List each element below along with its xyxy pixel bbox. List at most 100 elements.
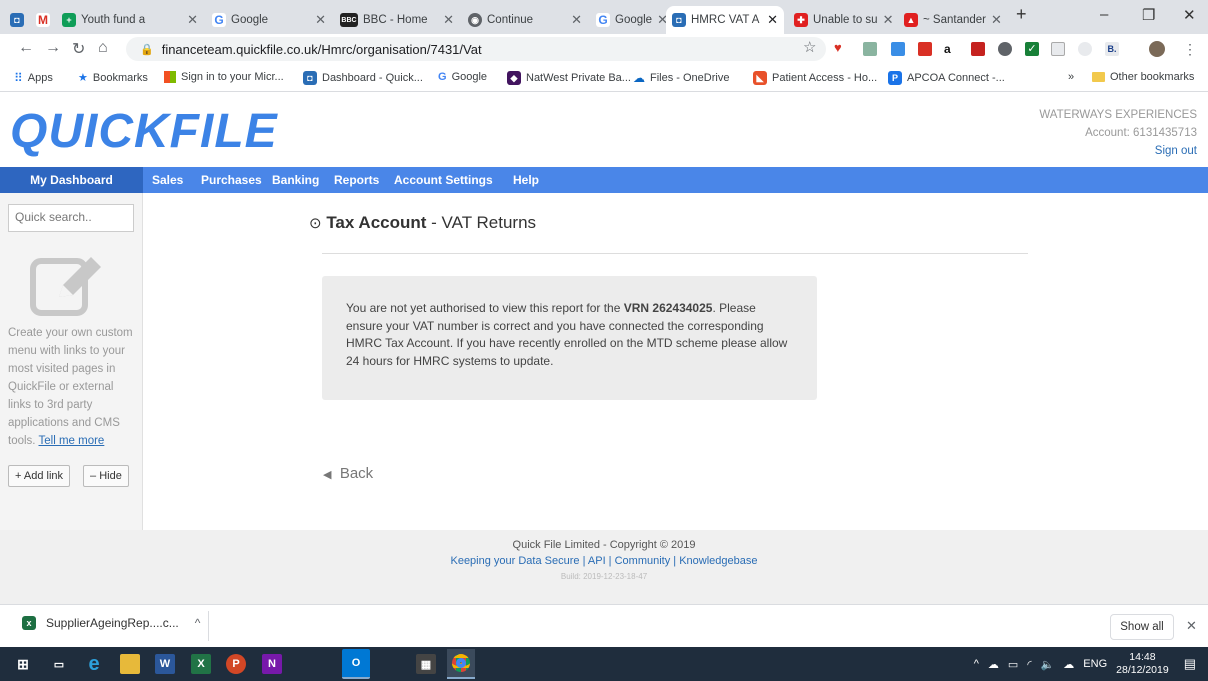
calculator-icon[interactable]: ▦ [416,654,436,674]
nav-my-dashboard[interactable]: My Dashboard [0,167,143,193]
footer-link-knowledgebase[interactable]: Knowledgebase [679,555,757,567]
bookmark-apcoa[interactable]: P APCOA Connect -... [888,71,1005,85]
extension-icon[interactable] [998,42,1012,56]
footer-link-api[interactable]: API [588,555,606,567]
close-icon[interactable]: ✕ [657,12,666,28]
excel-icon[interactable]: X [191,654,211,674]
close-icon[interactable]: ✕ [315,12,326,28]
close-icon[interactable]: ✕ [767,12,778,28]
heart-extension-icon[interactable]: ♥ [834,40,842,55]
edge-icon[interactable]: e [84,653,104,675]
bookmarks-overflow[interactable]: » [1068,71,1074,83]
bookmark-natwest[interactable]: ◆ NatWest Private Ba... [507,71,631,85]
bookmark-bookmarks[interactable]: ★ Bookmarks [78,71,148,85]
footer-link-secure[interactable]: Keeping your Data Secure [450,555,579,567]
powerpoint-icon[interactable]: P [226,654,246,674]
tab-google-2[interactable]: G Google ✕ [590,6,666,34]
nav-banking[interactable]: Banking [264,167,327,193]
chrome-icon[interactable] [447,649,475,679]
address-bar[interactable]: 🔒 financeteam.quickfile.co.uk/Hmrc/organ… [126,37,826,61]
sign-out-link[interactable]: Sign out [1155,145,1197,157]
extension-icon[interactable] [918,42,932,56]
nav-purchases[interactable]: Purchases [193,167,270,193]
tab-gmail-pinned[interactable]: M [30,6,54,34]
task-view-icon[interactable]: ▭ [49,654,69,674]
close-icon[interactable]: ✕ [187,12,198,28]
nav-help[interactable]: Help [505,167,547,193]
account-number: Account: 6131435713 [1085,127,1197,139]
bookmark-patient-access[interactable]: ◣ Patient Access - Ho... [753,71,877,85]
bookmark-microsoft[interactable]: Sign in to your Micr... [164,71,284,83]
nav-reports[interactable]: Reports [326,167,387,193]
onedrive-icon[interactable]: ☁ [988,658,999,671]
quickfile-logo[interactable]: QUICKFILE [10,104,278,159]
footer-link-community[interactable]: Community [615,555,671,567]
forward-arrow-icon[interactable]: → [45,39,61,57]
menu-kebab-icon[interactable]: ⋮ [1183,41,1197,58]
bookmark-dashboard[interactable]: ◘ Dashboard - Quick... [303,71,423,85]
language-indicator[interactable]: ENG [1083,658,1107,670]
profile-avatar-icon[interactable] [1149,41,1165,57]
chevron-icon: » [1068,71,1075,83]
tab-google-1[interactable]: G Google ✕ [206,6,332,34]
download-item[interactable]: x SupplierAgeingRep....c... ^ [22,616,200,630]
bookmark-onedrive[interactable]: ☁ Files - OneDrive [633,71,729,85]
extension-icon[interactable] [863,42,877,56]
wifi-icon[interactable]: ◜ [1027,658,1031,671]
close-icon[interactable]: ✕ [443,12,454,28]
hide-button[interactable]: – Hide [83,465,129,487]
quick-search-input[interactable]: Quick search.. [8,204,134,232]
back-arrow-icon[interactable]: ← [18,39,34,57]
clock[interactable]: 14:48 28/12/2019 [1116,651,1169,677]
file-explorer-icon[interactable] [120,654,140,674]
lock-icon: 🔒 [140,43,154,56]
network-icon[interactable]: ▭ [1008,658,1018,671]
extension-icon[interactable] [891,42,905,56]
time: 14:48 [1129,651,1156,663]
tab-unable[interactable]: ✚ Unable to su ✕ [788,6,896,34]
word-icon[interactable]: W [155,654,175,674]
reload-icon[interactable]: ↻ [72,39,85,59]
new-tab-icon[interactable]: + [1016,4,1027,25]
restore-icon[interactable]: ❐ [1142,6,1155,24]
forms-icon: + [62,13,76,27]
footer-links: Keeping your Data Secure | API | Communi… [450,555,758,567]
tray-overflow-icon[interactable]: ^ [974,658,979,670]
extension-icon[interactable] [1078,42,1092,56]
extension-icon[interactable] [1051,42,1065,56]
window-close-icon[interactable]: ✕ [1183,6,1196,24]
bookmark-google[interactable]: G Google [438,71,487,83]
star-icon[interactable]: ☆ [803,38,816,56]
tab-bbc[interactable]: BBC BBC - Home ✕ [334,6,460,34]
nav-sales[interactable]: Sales [144,167,191,193]
tab-youth-fund[interactable]: + Youth fund a ✕ [56,6,204,34]
tab-quickfile-pinned[interactable]: ◘ [4,6,30,34]
tab-continue[interactable]: ◉ Continue ✕ [462,6,588,34]
close-icon[interactable]: ✕ [571,12,582,28]
bookmark-apps[interactable]: ⠿ Apps [14,71,53,85]
back-link[interactable]: ◀ Back [323,465,373,482]
cloud-sync-icon[interactable]: ☁ [1063,658,1074,671]
show-all-button[interactable]: Show all [1110,614,1174,640]
outlook-icon[interactable]: O [342,649,370,679]
tell-me-more-link[interactable]: Tell me more [39,435,105,447]
bookmark-other[interactable]: Other bookmarks [1092,71,1194,83]
windows-start-icon[interactable]: ⊞ [13,654,33,674]
nav-account-settings[interactable]: Account Settings [386,167,501,193]
chevron-up-icon[interactable]: ^ [195,616,201,630]
close-icon[interactable]: ✕ [991,12,1002,28]
tab-hmrc-vat[interactable]: ◘ HMRC VAT A ✕ [666,6,784,34]
volume-icon[interactable]: 🔈 [1041,658,1055,671]
extension-icon[interactable]: B. [1105,42,1119,56]
add-link-button[interactable]: + Add link [8,465,71,487]
notifications-icon[interactable]: ▤ [1184,656,1196,672]
close-download-bar-icon[interactable]: ✕ [1186,618,1197,634]
minimize-icon[interactable]: – [1100,6,1108,23]
close-icon[interactable]: ✕ [883,12,894,28]
pdf-icon[interactable] [971,42,985,56]
amazon-icon[interactable]: a [944,42,958,56]
home-icon[interactable]: ⌂ [98,39,108,57]
checkmark-extension-icon[interactable]: ✓ [1025,42,1039,56]
onenote-icon[interactable]: N [262,654,282,674]
tab-santander[interactable]: ▲ ~ Santander ✕ [898,6,1006,34]
